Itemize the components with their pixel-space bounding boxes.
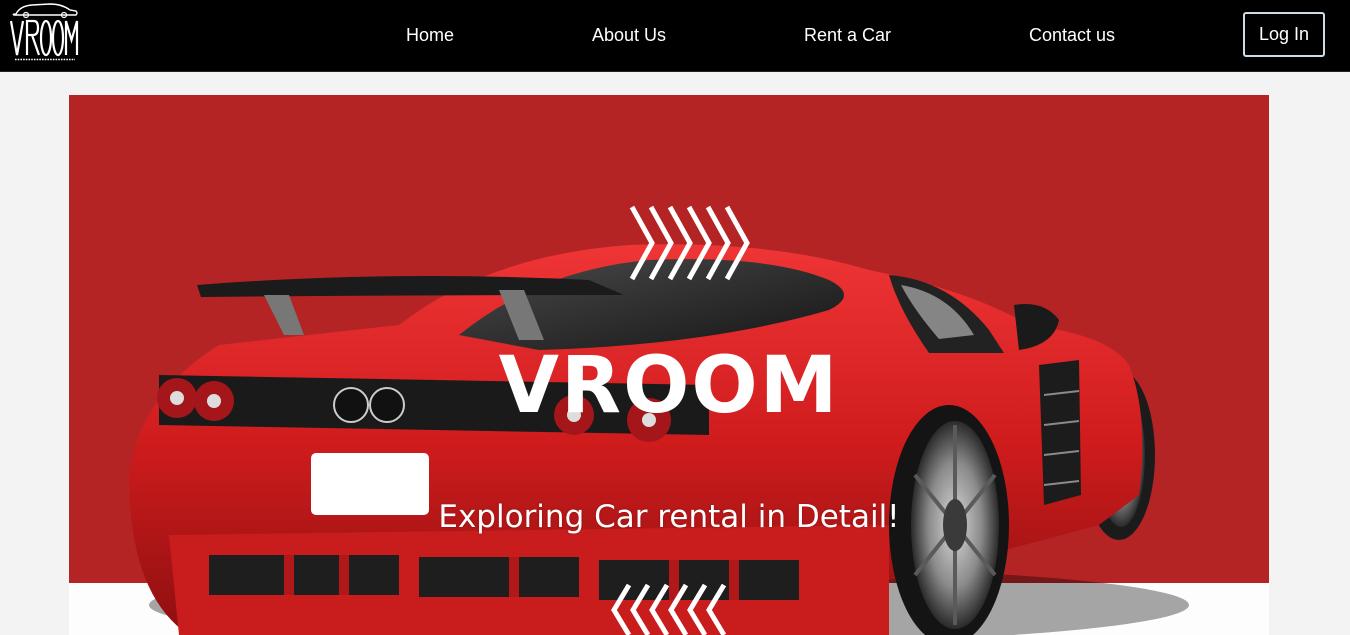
hero-subtitle: Exploring Car rental in Detail! <box>438 499 900 535</box>
nav-rent-a-car-link[interactable]: Rent a Car <box>804 25 891 46</box>
hero-title: VROOM <box>498 341 840 431</box>
login-button[interactable]: Log In <box>1243 12 1325 57</box>
vroom-logo[interactable] <box>6 0 82 66</box>
top-navbar: Home About Us Rent a Car Contact us Log … <box>0 0 1350 72</box>
vroom-logo-icon <box>9 3 79 61</box>
hero-banner: VROOM Exploring Car rental in Detail! <box>69 95 1269 635</box>
nav-about-us-link[interactable]: About Us <box>592 25 666 46</box>
nav-contact-us-link[interactable]: Contact us <box>1029 25 1115 46</box>
nav-home-link[interactable]: Home <box>406 25 454 46</box>
